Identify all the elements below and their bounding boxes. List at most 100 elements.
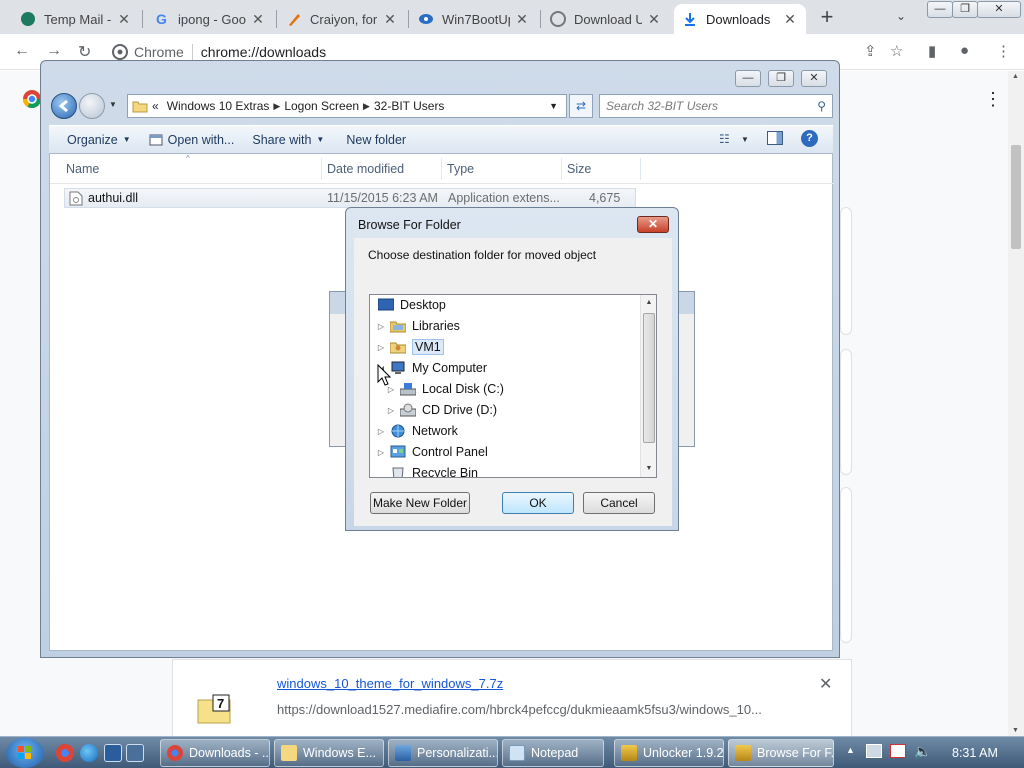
scroll-up-arrow-icon[interactable]: ▲ — [1012, 73, 1019, 80]
back-arrow-icon[interactable]: ← — [14, 42, 30, 60]
file-row[interactable]: authui.dll 11/15/2015 6:23 AM Applicatio… — [64, 188, 636, 219]
volume-icon[interactable]: 🔈 — [914, 743, 931, 760]
tree-scrollbar[interactable]: ▲ ▼ — [640, 295, 656, 477]
start-button[interactable] — [6, 738, 44, 768]
breadcrumb-logon-screen[interactable]: Logon Screen — [284, 99, 359, 113]
make-new-folder-button[interactable]: Make New Folder — [370, 492, 470, 514]
breadcrumb-overflow[interactable]: « — [152, 99, 159, 113]
expand-arrow-icon[interactable]: ▷ — [376, 427, 386, 436]
scroll-down-arrow-icon[interactable]: ▼ — [1012, 727, 1019, 734]
search-input[interactable]: Search 32-BIT Users ⚲ — [599, 94, 833, 118]
tree-item-libraries[interactable]: ▷ Libraries — [376, 316, 460, 336]
side-panel-icon[interactable]: ▮ — [928, 42, 936, 60]
expand-arrow-icon[interactable]: ▷ — [376, 343, 386, 352]
action-center-icon[interactable] — [890, 744, 906, 758]
column-name[interactable]: Name — [66, 162, 99, 176]
close-icon[interactable]: ✕ — [382, 11, 398, 28]
open-with-button[interactable]: Open with... — [149, 133, 234, 147]
scroll-down-arrow-icon[interactable]: ▼ — [641, 461, 656, 477]
profile-avatar-icon[interactable]: ● — [960, 42, 969, 59]
breadcrumb-windows-10-extras[interactable]: Windows 10 Extras — [167, 99, 270, 113]
restore-button[interactable]: ❐ — [952, 1, 978, 18]
dialog-close-button[interactable]: ✕ — [637, 216, 669, 233]
tab-download-site[interactable]: Download U ✕ — [542, 4, 670, 34]
tree-item-my-computer[interactable]: ◢ My Computer — [376, 358, 487, 378]
column-type[interactable]: Type — [447, 162, 474, 176]
expand-arrow-icon[interactable]: ▷ — [376, 322, 386, 331]
address-dropdown-icon[interactable]: ▼ — [549, 101, 558, 111]
ok-button[interactable]: OK — [502, 492, 574, 514]
download-file-link[interactable]: windows_10_theme_for_windows_7.7z — [277, 676, 503, 691]
taskbar-item-personalization[interactable]: Personalizati... — [388, 739, 498, 767]
tree-item-desktop[interactable]: Desktop — [377, 295, 446, 315]
tab-search-button[interactable]: ⌄ — [896, 9, 906, 23]
tab-win7bootup[interactable]: Win7BootUp ✕ — [410, 4, 538, 34]
breadcrumb-chevron-icon[interactable]: ▶ — [273, 101, 280, 112]
help-icon[interactable]: ? — [801, 130, 818, 147]
show-hidden-icons-icon[interactable]: ▲ — [846, 745, 855, 755]
page-scrollbar[interactable]: ▲ ▼ — [1008, 71, 1024, 736]
tree-item-local-disk[interactable]: ▷ Local Disk (C:) — [386, 379, 504, 399]
column-divider[interactable] — [441, 158, 442, 180]
switch-windows-icon[interactable] — [126, 744, 144, 762]
close-window-button[interactable]: ✕ — [977, 1, 1021, 18]
remove-download-button[interactable]: ✕ — [819, 674, 832, 694]
column-divider[interactable] — [561, 158, 562, 180]
taskbar-item-unlocker[interactable]: Unlocker 1.9.2 — [614, 739, 724, 767]
column-divider[interactable] — [321, 158, 322, 180]
bookmark-star-icon[interactable]: ☆ — [890, 42, 903, 60]
tree-item-vm1[interactable]: ▷ VM1 — [376, 337, 444, 357]
tree-item-control-panel[interactable]: ▷ Control Panel — [376, 442, 488, 462]
scrollbar-thumb[interactable] — [1011, 145, 1021, 249]
back-button[interactable] — [51, 93, 77, 119]
cancel-button[interactable]: Cancel — [583, 492, 655, 514]
show-desktop-icon[interactable] — [104, 744, 122, 762]
scroll-up-arrow-icon[interactable]: ▲ — [641, 295, 656, 311]
column-size[interactable]: Size — [567, 162, 591, 176]
chrome-quicklaunch-icon[interactable] — [56, 744, 74, 762]
refresh-button[interactable]: ⇄ — [569, 94, 593, 118]
new-folder-button[interactable]: New folder — [346, 133, 406, 147]
view-dropdown-icon[interactable]: ▼ — [741, 135, 749, 144]
downloads-menu-icon[interactable]: ⋮ — [984, 89, 1002, 110]
change-view-icon[interactable]: ☷ — [719, 132, 730, 146]
tree-item-cd-drive[interactable]: ▷ CD Drive (D:) — [386, 400, 497, 420]
share-with-menu[interactable]: Share with ▼ — [252, 133, 324, 147]
explorer-maximize-button[interactable]: ❐ — [768, 70, 794, 87]
recent-pages-chevron-icon[interactable]: ▼ — [109, 100, 117, 109]
network-tray-icon[interactable] — [866, 744, 882, 758]
organize-menu[interactable]: Organize ▼ — [67, 133, 131, 147]
close-icon[interactable]: ✕ — [646, 11, 662, 28]
forward-button[interactable] — [79, 93, 105, 119]
taskbar-item-explorer[interactable]: Windows E... — [274, 739, 384, 767]
expand-arrow-icon[interactable]: ▷ — [386, 406, 396, 415]
close-icon[interactable]: ✕ — [116, 11, 132, 28]
share-icon[interactable]: ⇪ — [864, 42, 877, 60]
breadcrumb-chevron-icon[interactable]: ▶ — [363, 101, 370, 112]
expand-arrow-icon[interactable]: ▷ — [376, 448, 386, 457]
reload-icon[interactable]: ↻ — [78, 42, 91, 62]
new-tab-button[interactable]: + — [815, 6, 839, 30]
search-icon[interactable]: ⚲ — [817, 99, 826, 113]
preview-pane-icon[interactable] — [767, 131, 783, 145]
forward-arrow-icon[interactable]: → — [46, 42, 62, 60]
omnibox-url[interactable]: chrome://downloads — [201, 44, 326, 60]
taskbar-item-chrome[interactable]: Downloads - ... — [160, 739, 270, 767]
close-icon[interactable]: ✕ — [514, 11, 530, 28]
tab-temp-mail[interactable]: Temp Mail - ✕ — [12, 4, 140, 34]
internet-explorer-icon[interactable] — [80, 744, 98, 762]
tab-craiyon[interactable]: Craiyon, form ✕ — [278, 4, 406, 34]
minimize-button[interactable]: — — [927, 1, 953, 18]
column-divider[interactable] — [640, 158, 641, 180]
tree-item-recycle-bin[interactable]: Recycle Bin — [376, 463, 478, 477]
explorer-minimize-button[interactable]: — — [735, 70, 761, 87]
close-icon[interactable]: ✕ — [782, 11, 798, 28]
taskbar-item-notepad[interactable]: Notepad — [502, 739, 604, 767]
tab-downloads[interactable]: Downloads ✕ — [674, 4, 806, 34]
address-bar[interactable]: « Windows 10 Extras ▶ Logon Screen ▶ 32-… — [127, 94, 567, 118]
clock[interactable]: 8:31 AM — [952, 746, 998, 760]
chrome-menu-icon[interactable]: ⋮ — [996, 42, 1011, 60]
explorer-close-button[interactable]: ✕ — [801, 70, 827, 87]
close-icon[interactable]: ✕ — [250, 11, 266, 28]
tab-google[interactable]: G ipong - Goog ✕ — [146, 4, 274, 34]
